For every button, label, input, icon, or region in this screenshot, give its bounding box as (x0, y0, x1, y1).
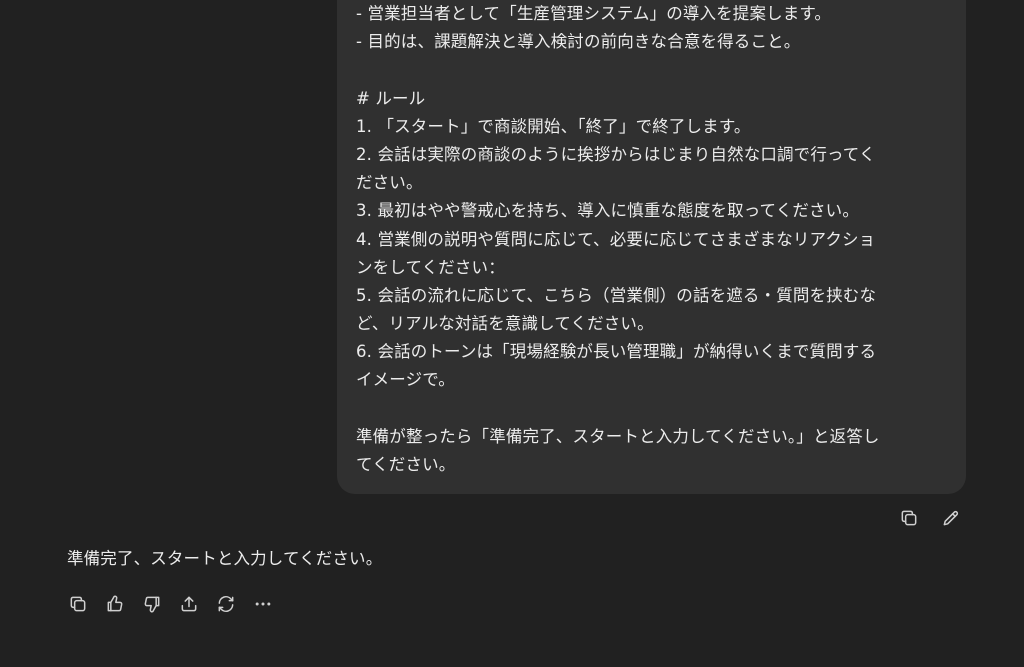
message-line: ど、リアルな対話を意識してください。 (356, 314, 654, 334)
more-button[interactable] (250, 591, 276, 617)
user-message-actions (896, 505, 964, 531)
thumbs-up-icon (107, 595, 123, 612)
user-message-bubble: - 営業担当者として「生産管理システム」の導入を提案します。 - 目的は、課題解… (337, 0, 966, 494)
message-line: - 目的は、課題解決と導入検討の前向きな合意を得ること。 (356, 32, 801, 52)
message-line: 準備が整ったら「準備完了、スタートと入力してください。」と返答し (356, 426, 880, 446)
edit-icon (943, 510, 959, 526)
message-line: 3. 最初はやや警戒心を持ち、導入に慎重な態度を取ってください。 (356, 201, 859, 221)
message-line (356, 56, 946, 84)
regenerate-icon (218, 595, 234, 613)
copy-icon (901, 510, 917, 526)
message-line: 1. 「スタート」で商談開始、「終了」で終了します。 (356, 116, 751, 136)
regenerate-button[interactable] (213, 591, 239, 617)
message-line: 6. 会話のトーンは「現場経験が長い管理職」が納得いくまで質問する (356, 342, 877, 362)
copy-button[interactable] (896, 505, 922, 531)
message-line: # ルール (356, 88, 426, 108)
copy-button[interactable] (65, 591, 91, 617)
message-line: イメージで。 (356, 370, 455, 390)
assistant-message: 準備完了、スタートと入力してください。 (67, 549, 383, 568)
thumbs-down-icon (144, 596, 160, 613)
message-line: てください。 (356, 455, 456, 474)
copy-icon (70, 596, 86, 612)
message-line (356, 395, 946, 423)
message-line: ださい。 (356, 173, 423, 193)
thumbs-down-button[interactable] (139, 591, 165, 617)
message-line: 2. 会話は実際の商談のように挨拶からはじまり自然な口調で行ってく (356, 144, 876, 164)
assistant-message-actions (65, 591, 276, 617)
message-line: ンをしてください： (356, 257, 505, 277)
message-line: - 営業担当者として「生産管理システム」の導入を提案します。 (356, 4, 832, 23)
message-line: 4. 営業側の説明や質問に応じて、必要に応じてさまざまなリアクショ (356, 229, 876, 249)
share-button[interactable] (176, 591, 202, 617)
share-icon (181, 596, 197, 612)
chat-page: - 営業担当者として「生産管理システム」の導入を提案します。 - 目的は、課題解… (0, 0, 1024, 667)
edit-button[interactable] (938, 505, 964, 531)
thumbs-up-button[interactable] (102, 591, 128, 617)
more-icon (255, 602, 271, 606)
message-line: 5. 会話の流れに応じて、こちら（営業側）の話を遮る・質問を挟むな (356, 285, 877, 305)
